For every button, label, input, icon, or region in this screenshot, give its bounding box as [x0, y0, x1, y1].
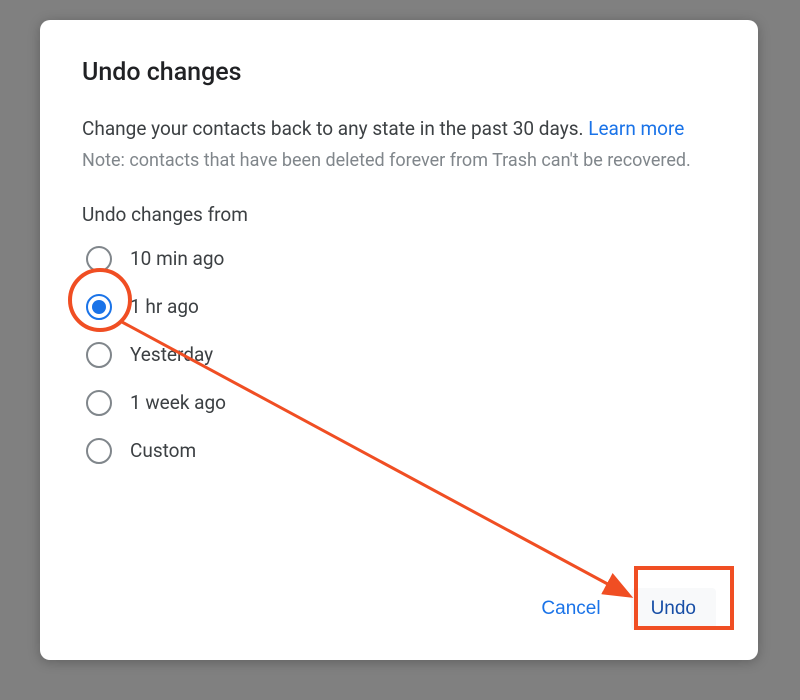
- learn-more-link[interactable]: Learn more: [588, 117, 684, 140]
- radio-group-undo-from: 10 min ago 1 hr ago Yesterday 1 week ago…: [82, 246, 716, 464]
- section-label: Undo changes from: [82, 203, 716, 226]
- radio-option-1week[interactable]: 1 week ago: [86, 390, 716, 416]
- radio-label: 10 min ago: [130, 247, 224, 270]
- dialog-note: Note: contacts that have been deleted fo…: [82, 148, 716, 173]
- radio-option-custom[interactable]: Custom: [86, 438, 716, 464]
- radio-icon: [86, 246, 112, 272]
- undo-changes-dialog: Undo changes Change your contacts back t…: [40, 20, 758, 660]
- undo-button[interactable]: Undo: [631, 588, 716, 630]
- radio-option-yesterday[interactable]: Yesterday: [86, 342, 716, 368]
- radio-label: Yesterday: [130, 343, 213, 366]
- dialog-description: Change your contacts back to any state i…: [82, 115, 716, 144]
- radio-option-1hr[interactable]: 1 hr ago: [86, 294, 716, 320]
- radio-label: Custom: [130, 439, 196, 462]
- radio-icon: [86, 438, 112, 464]
- radio-label: 1 week ago: [130, 391, 226, 414]
- cancel-button[interactable]: Cancel: [521, 588, 620, 630]
- radio-option-10min[interactable]: 10 min ago: [86, 246, 716, 272]
- radio-icon: [86, 390, 112, 416]
- radio-icon: [86, 294, 112, 320]
- radio-icon: [86, 342, 112, 368]
- dialog-actions: Cancel Undo: [82, 588, 716, 630]
- radio-label: 1 hr ago: [130, 295, 199, 318]
- dialog-description-text: Change your contacts back to any state i…: [82, 117, 584, 140]
- dialog-title: Undo changes: [82, 58, 716, 87]
